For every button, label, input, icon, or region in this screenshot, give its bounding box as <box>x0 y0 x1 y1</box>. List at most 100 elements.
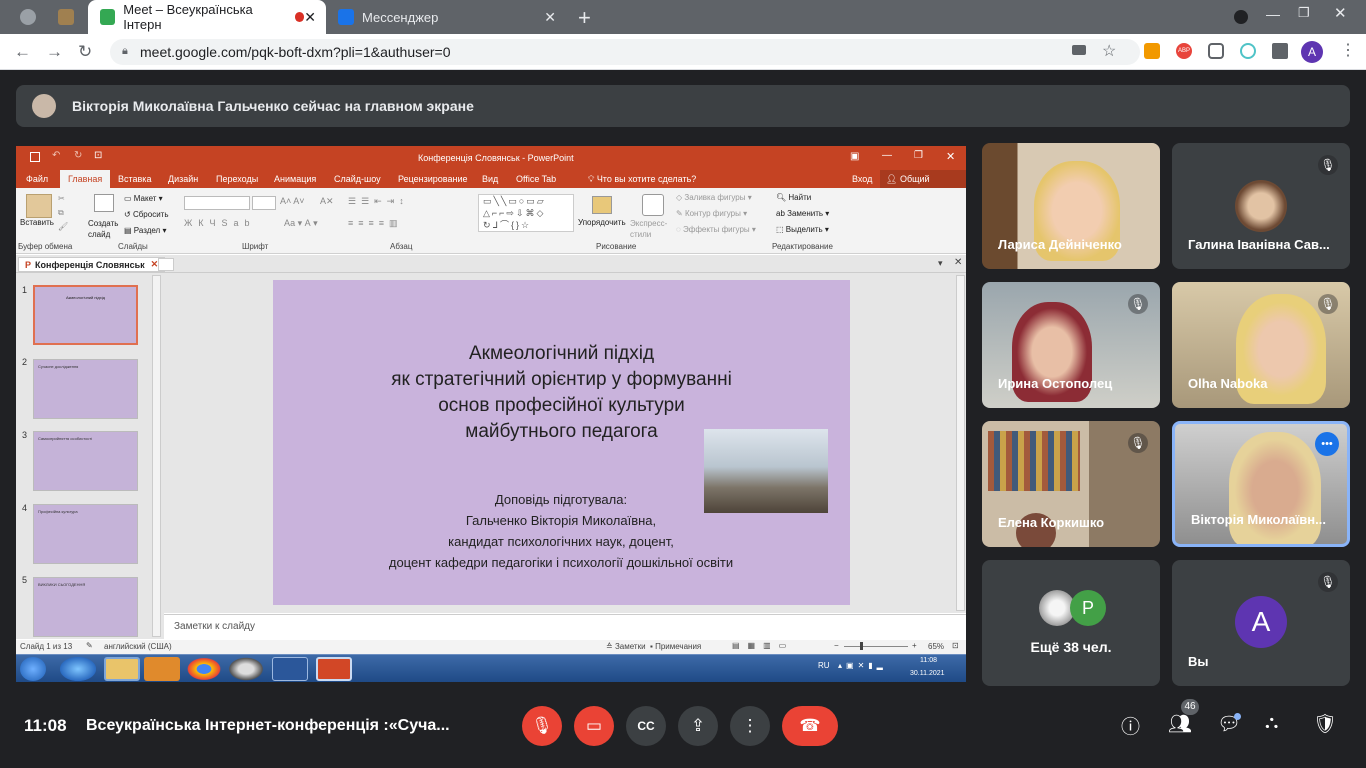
tab-search-icon[interactable] <box>1234 10 1248 24</box>
thumbs-scrollbar[interactable] <box>152 275 161 637</box>
tab-globe-icon[interactable] <box>20 9 36 25</box>
meeting-details-icon[interactable]: ⓘ <box>1121 712 1140 739</box>
close-icon[interactable]: ✕ <box>946 150 955 163</box>
tab-slideshow[interactable]: Слайд-шоу <box>334 170 381 188</box>
zoom-level[interactable]: 65% <box>928 642 944 651</box>
clear-format-icon[interactable]: A✕ <box>320 196 334 207</box>
activities-icon[interactable]: ⛬ <box>1265 712 1278 734</box>
reload-icon[interactable]: ↻ <box>78 42 92 62</box>
mic-off-button[interactable]: 🎙︎ <box>522 706 562 746</box>
tab-view[interactable]: Вид <box>482 170 498 188</box>
slide-thumb-5[interactable]: ВИКЛИКИ СЬОГОДЕННЯ <box>33 577 138 637</box>
comments-toggle[interactable]: ▪ Примечания <box>650 642 701 651</box>
share-button[interactable]: 👤︎ Общий доступ <box>880 170 966 202</box>
language-indicator[interactable]: английский (США) <box>104 642 172 651</box>
new-slide-icon[interactable] <box>94 194 114 212</box>
participant-tile-active-speaker[interactable]: ••• Вікторія Миколаївн... <box>1172 421 1350 547</box>
menu-kebab-icon[interactable]: ⋮ <box>1340 40 1356 60</box>
bookmark-star-icon[interactable]: ☆ <box>1102 41 1116 61</box>
profile-avatar[interactable]: A <box>1301 41 1323 63</box>
shape-outline-button[interactable]: ✎ Контур фигуры ▾ <box>676 209 747 218</box>
reset-button[interactable]: ↺ Сбросить <box>124 210 169 219</box>
spellcheck-icon[interactable]: ✎ <box>86 641 93 650</box>
participant-tile[interactable]: Лариса Дейнiченко <box>982 143 1160 269</box>
zoom-in-icon[interactable]: + <box>912 641 917 650</box>
minimize-icon[interactable]: — <box>1266 6 1280 22</box>
participant-tile[interactable]: 🎙︎ Елена Коркишко <box>982 421 1160 547</box>
slideshow-qat-icon[interactable]: ⊡ <box>94 150 102 161</box>
shapes-gallery[interactable]: ▭╲╲▭○▭▱ △⌐⌐⇨⇩⌘◇ ↻ᒧ⌒{}☆ <box>478 194 574 232</box>
close-tab-icon[interactable]: ✕ <box>544 9 556 26</box>
view-buttons[interactable]: ▤▦▥▭ <box>732 641 794 650</box>
present-screen-button[interactable]: ⇪ <box>678 706 718 746</box>
camera-extension-icon[interactable] <box>1208 43 1224 59</box>
format-painter-icon[interactable]: 🖌︎ <box>58 222 68 231</box>
signin-link[interactable]: Вход <box>852 170 872 188</box>
cut-icon[interactable]: ✂ <box>58 194 65 203</box>
vpn-extension-icon[interactable] <box>1240 43 1256 59</box>
chrome-icon[interactable] <box>186 657 222 681</box>
camera-icon[interactable] <box>1072 45 1086 55</box>
media-player-icon[interactable] <box>144 657 180 681</box>
tab-list-icon[interactable]: ▾ <box>938 258 943 269</box>
redo-icon[interactable]: ↻ <box>74 150 82 161</box>
restore-icon[interactable]: ❐ <box>1298 5 1310 21</box>
tab-insert[interactable]: Вставка <box>118 170 151 188</box>
back-icon[interactable]: ← <box>14 42 31 62</box>
close-all-icon[interactable]: ✕ <box>954 257 962 268</box>
replace-button[interactable]: ab Заменить ▾ <box>776 209 829 218</box>
tray-icons[interactable]: ▴▣✕▮▂ <box>838 661 887 670</box>
save-icon[interactable] <box>30 152 40 162</box>
extension-bag-icon[interactable] <box>1144 43 1160 59</box>
select-button[interactable]: ⬚ Выделить ▾ <box>776 225 829 234</box>
close-window-icon[interactable]: ✕ <box>1334 4 1347 22</box>
zoom-slider[interactable] <box>844 646 908 647</box>
tell-me-box[interactable]: 💡︎ Что вы хотите сделать? <box>588 170 696 188</box>
tab-favicon[interactable] <box>58 9 74 25</box>
captions-button[interactable]: CC <box>626 706 666 746</box>
zoom-thumb[interactable] <box>860 642 863 650</box>
align-icons[interactable]: ≡≡≡≡▥ <box>348 218 403 229</box>
host-controls-icon[interactable]: 🛡︎ <box>1313 712 1337 736</box>
powerpoint-taskbar-icon[interactable] <box>316 657 352 681</box>
arrange-icon[interactable] <box>592 196 612 214</box>
document-tab[interactable]: P Конференція Словянськ ✕ <box>18 257 166 272</box>
end-call-button[interactable]: ☎︎ <box>782 706 838 746</box>
tab-home[interactable]: Главная <box>60 170 111 188</box>
maximize-icon[interactable]: ❐ <box>914 150 923 161</box>
participant-tile[interactable]: 🎙︎ Ирина Остополец <box>982 282 1160 408</box>
font-color-icon[interactable]: Аа ▾ А ▾ <box>284 218 318 229</box>
slide-thumb-1[interactable]: Акмеологічний підхід <box>33 285 138 345</box>
tab-file[interactable]: Файл <box>26 170 48 188</box>
people-icon[interactable]: 👥︎ <box>1168 712 1192 736</box>
notes-toggle[interactable]: ≙ Заметки <box>606 642 646 651</box>
font-name-field[interactable] <box>184 196 250 210</box>
forward-icon[interactable]: → <box>46 42 63 62</box>
slide-thumb-2[interactable]: Сучасне дослідження <box>33 359 138 419</box>
tab-office-tab[interactable]: Office Tab <box>516 170 556 188</box>
quick-styles-button[interactable]: Экспресс-стили <box>630 218 676 240</box>
notes-pane[interactable]: Заметки к слайду <box>164 614 966 640</box>
extensions-puzzle-icon[interactable] <box>1272 43 1288 59</box>
font-size-field[interactable] <box>252 196 276 210</box>
start-button[interactable] <box>20 657 46 681</box>
font-style-icons[interactable]: ЖКЧSab <box>184 218 256 228</box>
shape-effects-button[interactable]: ◌ Эффекты фигуры ▾ <box>676 225 756 234</box>
arrange-button[interactable]: Упорядочить <box>578 218 626 227</box>
current-slide[interactable]: Акмеологічний підхід як стратегічний орі… <box>273 280 850 605</box>
section-button[interactable]: ▤ Раздел ▾ <box>124 226 166 235</box>
participant-tile[interactable]: 🎙︎ Галина Іванівна Сав... <box>1172 143 1350 269</box>
more-participants-tile[interactable]: P Ещё 38 чел. <box>982 560 1160 686</box>
participant-tile[interactable]: 🎙︎ Olha Naboka <box>1172 282 1350 408</box>
shape-fill-button[interactable]: ◇ Заливка фигуры ▾ <box>676 193 752 202</box>
layout-button[interactable]: ▭ Макет ▾ <box>124 194 163 203</box>
fit-slide-icon[interactable]: ⊡ <box>952 641 959 650</box>
copy-icon[interactable]: ⧉ <box>58 208 64 218</box>
more-options-button[interactable]: ⋮ <box>730 706 770 746</box>
tab-design[interactable]: Дизайн <box>168 170 198 188</box>
ribbon-display-icon[interactable]: ▣ <box>850 151 859 162</box>
tab-meet[interactable]: Meet – Всеукраїнська Інтерн ✕ <box>88 0 326 34</box>
list-icons[interactable]: ☰☰⇤⇥↕ <box>348 196 409 207</box>
zoom-out-icon[interactable]: − <box>834 641 839 650</box>
find-button[interactable]: 🔍︎ Найти <box>776 193 811 202</box>
